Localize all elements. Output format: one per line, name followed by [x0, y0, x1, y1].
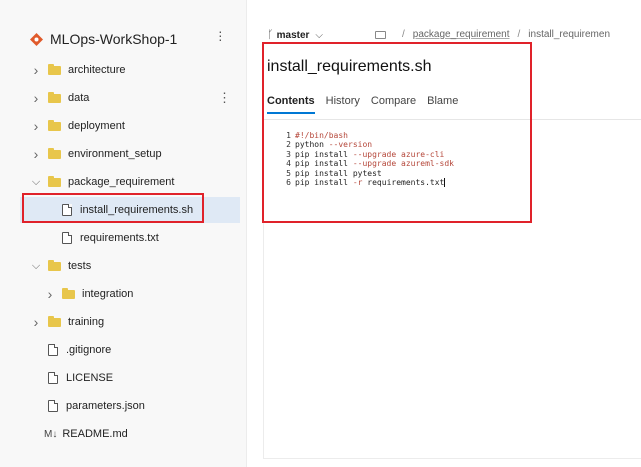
repo-header[interactable]: MLOps-WorkShop-1: [30, 31, 177, 47]
tree-file-row[interactable]: LICENSE: [20, 365, 240, 391]
tree-folder-row[interactable]: › data ⋮: [20, 85, 240, 111]
tree-folder-row[interactable]: › deployment: [20, 113, 240, 139]
branch-icon: ᚴ: [267, 29, 274, 41]
pane-divider: [246, 0, 247, 467]
tree-item-label: integration: [82, 288, 134, 300]
folder-icon: [48, 119, 61, 131]
highlight-box-file-content: [262, 42, 532, 223]
tree-item-label: parameters.json: [66, 400, 145, 412]
file-icon: [62, 232, 72, 244]
branch-label: master: [276, 29, 310, 41]
tree-item-label: tests: [68, 260, 92, 272]
tree-folder-row[interactable]: › architecture: [20, 57, 240, 83]
folder-icon: [48, 91, 61, 103]
markdown-icon: M↓: [44, 428, 58, 440]
tree-item-label: requirements.txt: [80, 232, 159, 244]
repo-more-icon[interactable]: · · ·: [218, 24, 223, 46]
folder-icon: [62, 287, 75, 299]
breadcrumb-separator: /: [517, 29, 521, 40]
breadcrumb-item-package-requirement[interactable]: package_requirement: [413, 29, 510, 40]
file-explorer-sidebar: MLOps-WorkShop-1 · · · › architecture › data ⋮…: [0, 0, 246, 467]
chevron-right-icon[interactable]: ›: [42, 286, 58, 302]
editor-bottom-border: [263, 458, 641, 459]
folder-icon: [48, 259, 61, 271]
tree-folder-row[interactable]: › integration: [20, 281, 240, 307]
tree-item-label: environment_setup: [68, 148, 162, 160]
tree-item-label: training: [68, 316, 105, 328]
tree-item-label: .gitignore: [66, 344, 112, 356]
tree-folder-row[interactable]: ⌵ package_requirement: [20, 169, 240, 195]
chevron-right-icon[interactable]: ›: [28, 314, 44, 330]
breadcrumb-separator: /: [402, 29, 405, 40]
folder-icon: [48, 147, 61, 159]
folder-icon: [48, 315, 61, 327]
repo-icon: [30, 32, 43, 46]
chevron-down-icon[interactable]: ⌵: [28, 260, 44, 273]
chevron-right-icon[interactable]: ›: [28, 62, 44, 78]
tree-item-label: README.md: [62, 428, 128, 440]
tree-item-label: deployment: [68, 120, 125, 132]
tree-file-row[interactable]: M↓ README.md: [20, 421, 240, 447]
folder-icon: [48, 175, 61, 187]
chevron-right-icon[interactable]: ›: [28, 146, 44, 162]
branch-selector[interactable]: ᚴ master ⌵: [267, 29, 323, 41]
file-icon: [48, 344, 58, 356]
chevron-down-icon[interactable]: ⌵: [28, 176, 44, 189]
file-icon: [48, 400, 58, 412]
chevron-right-icon[interactable]: ›: [28, 118, 44, 134]
tree-item-label: architecture: [68, 64, 126, 76]
chevron-right-icon[interactable]: ›: [28, 90, 44, 106]
tree-folder-row[interactable]: › environment_setup: [20, 141, 240, 167]
folder-icon: [48, 63, 61, 75]
tree-folder-row[interactable]: › training: [20, 309, 240, 335]
tree-file-row[interactable]: parameters.json: [20, 393, 240, 419]
tree-folder-row[interactable]: ⌵ tests: [20, 253, 240, 279]
breadcrumb: / package_requirement / install_requirem…: [375, 29, 610, 40]
breadcrumb-item-current-file: install_requiremen: [528, 29, 611, 40]
tree-item-label: data: [68, 92, 90, 104]
tree-file-row[interactable]: .gitignore: [20, 337, 240, 363]
folder-icon[interactable]: [375, 30, 386, 39]
chevron-down-icon: ⌵: [315, 29, 324, 41]
file-icon: [48, 372, 58, 384]
tree-file-row[interactable]: requirements.txt: [20, 225, 240, 251]
repo-name: MLOps-WorkShop-1: [50, 31, 178, 47]
tree-item-label: LICENSE: [66, 372, 114, 384]
more-options-icon[interactable]: ⋮: [218, 90, 231, 106]
tree-item-label: package_requirement: [68, 176, 175, 188]
highlight-box-selected-file: [22, 193, 204, 223]
